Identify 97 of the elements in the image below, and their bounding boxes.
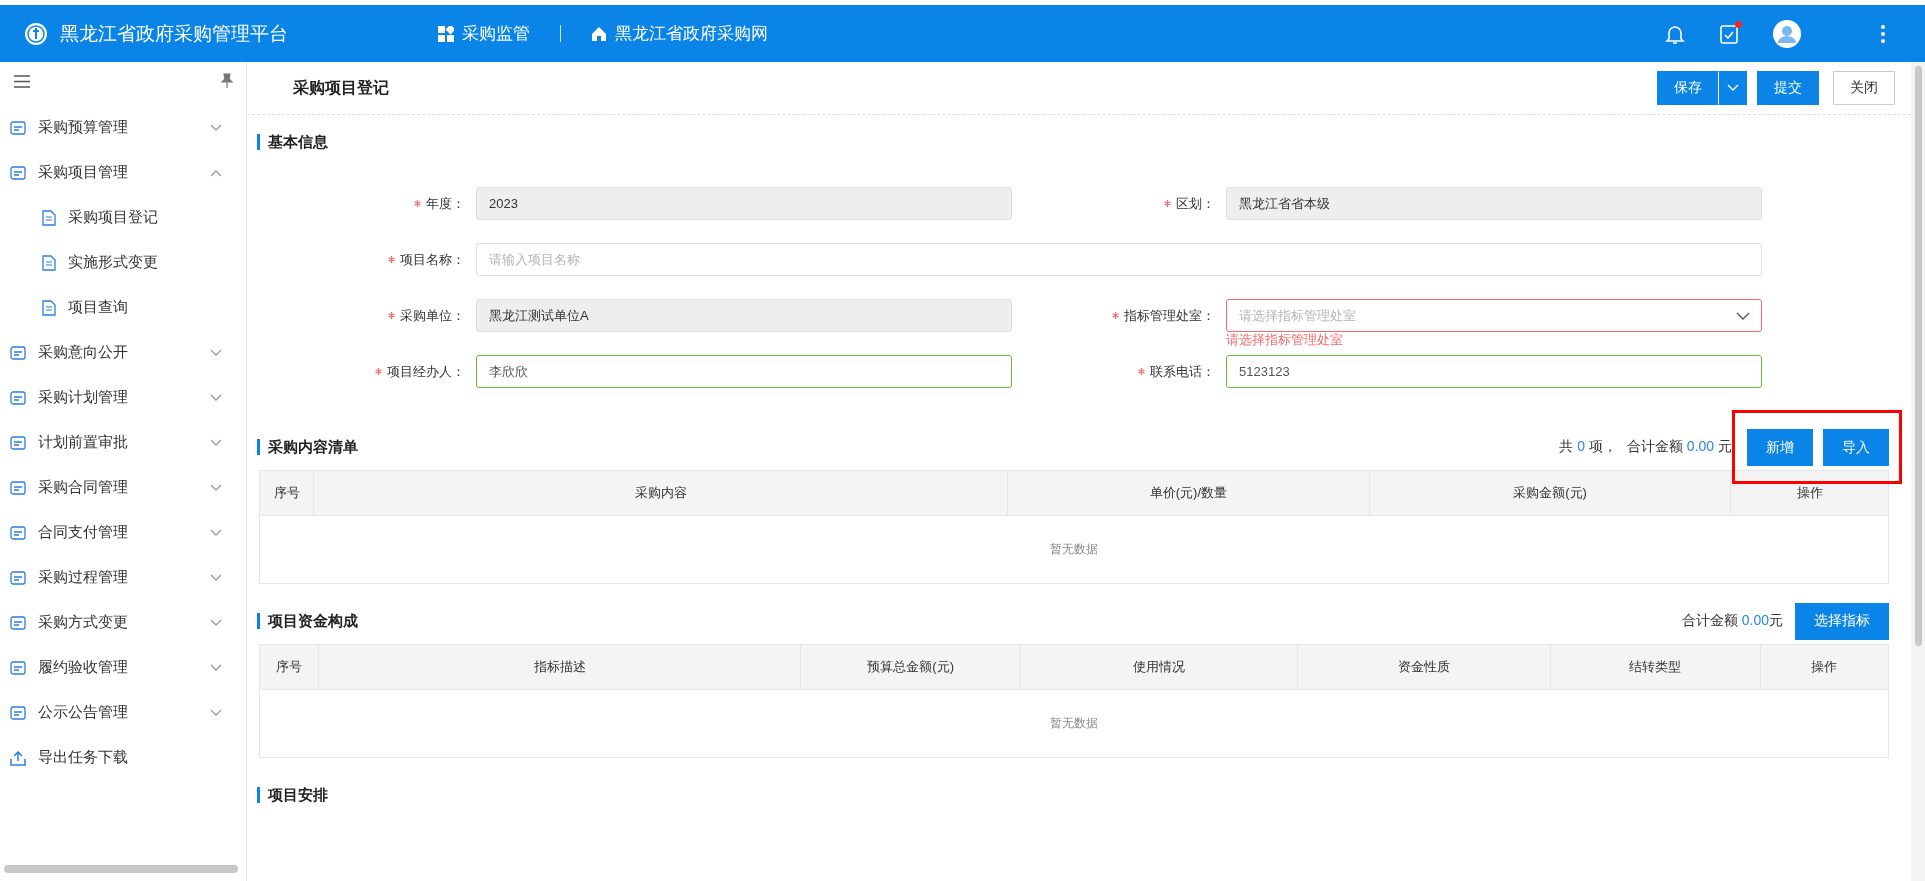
sidebar-item[interactable]: 采购过程管理: [0, 555, 246, 600]
column-header: 操作: [1795, 484, 1824, 502]
field-label: 采购单位：: [400, 306, 465, 325]
column-header: 采购金额(元): [1369, 471, 1732, 515]
panel-icon: [10, 119, 26, 136]
column-header: 预算总金额(元): [801, 645, 1021, 689]
panel-icon: [10, 704, 26, 721]
chevron-down-icon: [210, 123, 222, 132]
sidebar-subitem[interactable]: 项目查询: [0, 285, 246, 330]
save-button[interactable]: 保存: [1657, 71, 1718, 105]
sidebar-item[interactable]: 计划前置审批: [0, 420, 246, 465]
error-message: 请选择指标管理处室: [1226, 332, 1344, 348]
dropdown-button[interactable]: [1718, 71, 1747, 105]
nav-link[interactable]: 采购监管: [438, 22, 530, 45]
column-header: 结转类型: [1550, 645, 1761, 689]
panel-icon: [10, 434, 26, 451]
avatar-icon[interactable]: [1773, 19, 1801, 48]
input-field[interactable]: 请输入项目名称: [476, 243, 1762, 276]
column-header: 采购内容: [314, 471, 1009, 515]
home-icon: [591, 25, 607, 42]
panel-icon: [10, 569, 26, 586]
vertical-scrollbar[interactable]: [1914, 66, 1922, 646]
sidebar-item[interactable]: 采购合同管理: [0, 465, 246, 510]
field-label: 联系电话：: [1150, 362, 1215, 381]
sidebar-item[interactable]: 履约验收管理: [0, 645, 246, 690]
horizontal-scrollbar[interactable]: [4, 865, 238, 873]
sidebar-item[interactable]: 采购项目管理: [0, 150, 246, 195]
column-header: 操作: [1810, 658, 1839, 676]
column-header: 指标描述: [319, 645, 802, 689]
field-label: 项目经办人：: [387, 362, 465, 381]
submit-button[interactable]: 提交: [1757, 71, 1819, 105]
panel-icon: [10, 659, 26, 676]
panel-icon: [10, 614, 26, 631]
action-button[interactable]: 导入: [1823, 429, 1889, 466]
field-label: 指标管理处室：: [1124, 306, 1215, 325]
sidebar-item[interactable]: 公示公告管理: [0, 690, 246, 735]
total-amount: 合计金额 0.00 元: [1626, 438, 1732, 456]
close-button[interactable]: 关闭: [1833, 71, 1895, 105]
section-title: 项目资金构成: [257, 613, 358, 629]
chevron-down-icon: [210, 528, 222, 537]
sidebar-item[interactable]: 采购方式变更: [0, 600, 246, 645]
field-label: 项目名称：: [400, 250, 465, 269]
column-header: 单价(元)/数量: [1008, 471, 1370, 515]
sidebar-subitem[interactable]: 实施形式变更: [0, 240, 246, 285]
chevron-down-icon[interactable]: [1736, 312, 1750, 320]
sidebar-item[interactable]: 采购意向公开: [0, 330, 246, 375]
chevron-down-icon: [210, 393, 222, 402]
empty-message: 暂无数据: [1050, 715, 1098, 732]
panel-icon: [10, 389, 26, 406]
sidebar-item[interactable]: 合同支付管理: [0, 510, 246, 555]
field-label: 区划：: [1176, 194, 1215, 213]
clipboard-check-icon[interactable]: [1719, 22, 1739, 45]
document-icon: [42, 209, 56, 226]
chevron-down-icon: [210, 708, 222, 717]
sidebar-item[interactable]: 采购预算管理: [0, 105, 246, 150]
chevron-down-icon: [210, 573, 222, 582]
panel-icon: [10, 344, 26, 361]
chevron-down-icon: [210, 348, 222, 357]
panel-icon: [10, 479, 26, 496]
document-icon: [42, 299, 56, 316]
action-button[interactable]: 选择指标: [1795, 602, 1889, 640]
select-field[interactable]: 请选择指标管理处室: [1226, 299, 1762, 332]
input-field[interactable]: 5123123: [1226, 355, 1762, 388]
sidebar-item[interactable]: 采购计划管理: [0, 375, 246, 420]
emblem-icon: [24, 21, 48, 46]
field-label: 年度：: [426, 194, 465, 213]
chevron-down-icon: [1727, 84, 1739, 92]
chevron-down-icon: [210, 438, 222, 447]
item-count: 共 0 项，: [1559, 438, 1617, 456]
section-title: 采购内容清单: [257, 439, 358, 455]
sidebar-item[interactable]: 导出任务下载: [0, 735, 246, 780]
panel-icon: [10, 524, 26, 541]
menu-icon[interactable]: [14, 74, 30, 88]
page-title: 采购项目登记: [293, 77, 389, 98]
section-title: 基本信息: [257, 134, 328, 150]
column-header: 序号: [260, 471, 315, 515]
chevron-down-icon: [210, 663, 222, 672]
chevron-down-icon: [210, 483, 222, 492]
chevron-up-icon: [210, 168, 222, 177]
sidebar-subitem[interactable]: 采购项目登记: [0, 195, 246, 240]
empty-message: 暂无数据: [1050, 541, 1098, 558]
column-header: 资金性质: [1297, 645, 1551, 689]
chevron-down-icon: [210, 618, 222, 627]
section-title: 项目安排: [257, 787, 328, 803]
document-icon: [42, 254, 56, 271]
action-button[interactable]: 新增: [1747, 429, 1813, 466]
more-icon[interactable]: [1881, 24, 1885, 43]
input-field[interactable]: 李欣欣: [476, 355, 1012, 388]
apps-icon: [438, 25, 454, 42]
column-header: 使用情况: [1021, 645, 1298, 689]
nav-link[interactable]: 黑龙江省政府采购网: [591, 22, 768, 45]
upload-icon: [10, 749, 26, 766]
pin-icon[interactable]: [220, 73, 234, 89]
total-amount: 合计金额 0.00元: [1681, 612, 1783, 630]
column-header: 序号: [260, 645, 320, 689]
panel-icon: [10, 164, 26, 181]
platform-title: 黑龙江省政府采购管理平台: [60, 21, 289, 46]
